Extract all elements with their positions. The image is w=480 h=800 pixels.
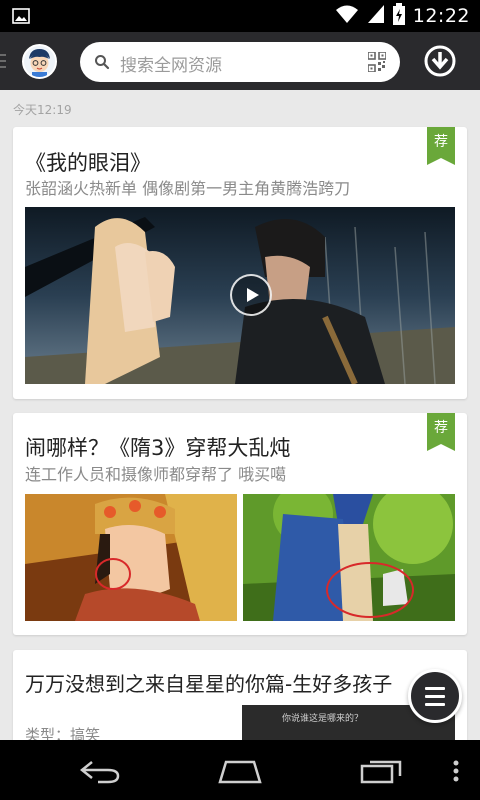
qr-code-icon[interactable] <box>367 51 387 76</box>
overflow-menu-icon[interactable] <box>452 758 460 788</box>
clock: 12:22 <box>412 5 470 27</box>
download-icon[interactable] <box>424 45 456 81</box>
avatar[interactable] <box>22 44 57 79</box>
app-bar: 搜索全网资源 <box>0 32 480 90</box>
search-input[interactable]: 搜索全网资源 <box>80 42 400 82</box>
card-title[interactable]: 万万没想到之来自星星的你篇-生好多孩子 <box>25 668 450 697</box>
recommend-badge: 荐 <box>427 413 455 451</box>
card-subtitle: 张韶涵火热新单 偶像剧第一男主角黄腾浩跨刀 <box>25 179 351 198</box>
recommend-badge: 荐 <box>427 127 455 165</box>
menu-icon[interactable] <box>0 54 8 72</box>
menu-icon <box>425 687 445 711</box>
home-icon[interactable] <box>216 758 264 788</box>
feed-timestamp: 今天12:19 <box>13 103 72 117</box>
wifi-icon <box>335 4 359 28</box>
signal-icon <box>367 4 385 28</box>
recommend-badge-label: 荐 <box>434 420 448 436</box>
recent-apps-icon[interactable] <box>358 758 404 788</box>
feed-card[interactable]: 荐 闹哪样？《隋3》穿帮大乱炖 连工作人员和摄像师都穿帮了 哦买噶 <box>13 413 467 635</box>
recommend-badge-label: 荐 <box>434 134 448 150</box>
card-image[interactable] <box>25 494 237 621</box>
menu-fab-button[interactable] <box>408 669 462 723</box>
feed-card[interactable]: 荐 《我的眼泪》 张韶涵火热新单 偶像剧第一男主角黄腾浩跨刀 <box>13 127 467 399</box>
back-icon[interactable] <box>78 758 122 788</box>
battery-icon <box>392 3 405 29</box>
card-image[interactable] <box>243 494 455 621</box>
search-placeholder: 搜索全网资源 <box>120 56 222 76</box>
search-icon <box>94 54 110 74</box>
thumb-caption: 你说谁这是哪来的？ <box>282 714 364 724</box>
feed-card[interactable]: 万万没想到之来自星星的你篇-生好多孩子 类型：搞笑 你说谁这是哪来的？ <box>13 650 467 750</box>
card-subtitle: 连工作人员和摄像师都穿帮了 哦买噶 <box>25 465 287 484</box>
system-nav-bar <box>0 740 480 800</box>
gallery-icon <box>12 8 30 28</box>
video-thumbnail[interactable] <box>25 207 455 384</box>
card-title[interactable]: 闹哪样？《隋3》穿帮大乱炖 <box>25 432 290 462</box>
status-bar: 12:22 <box>0 0 480 32</box>
play-icon[interactable] <box>230 274 272 316</box>
card-title[interactable]: 《我的眼泪》 <box>25 147 151 177</box>
